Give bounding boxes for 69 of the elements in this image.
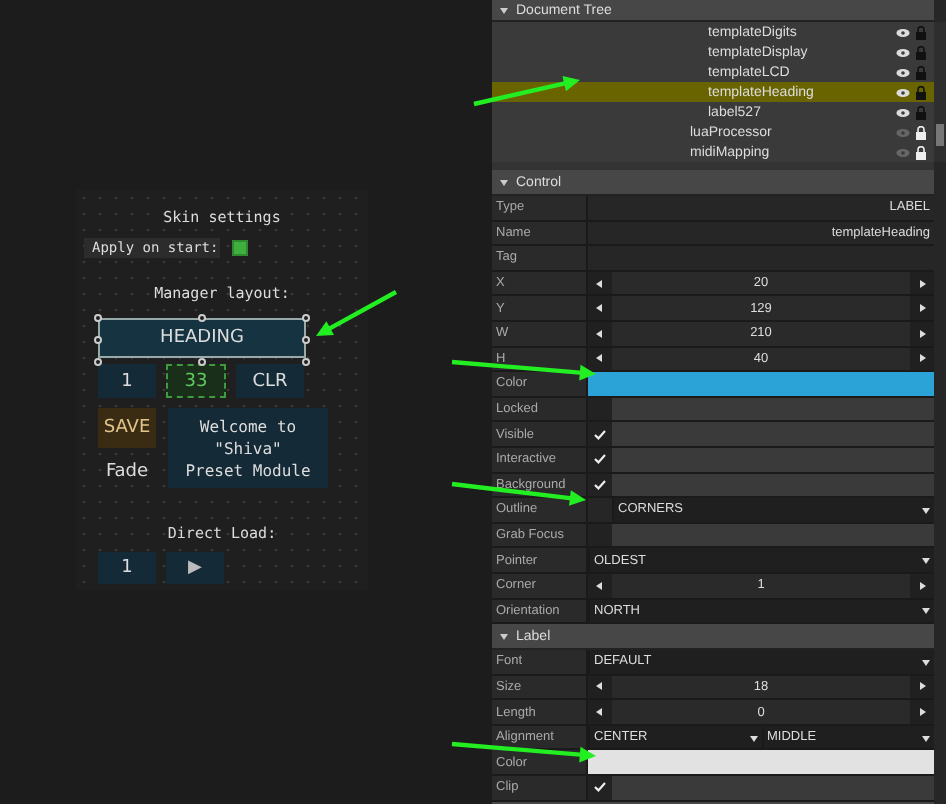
right-arrow-icon [918,581,926,590]
checkbox[interactable] [588,523,612,547]
eye-icon[interactable] [896,27,910,37]
right-arrow-icon [918,304,926,313]
save-button[interactable]: SAVE [98,408,156,448]
left-arrow-icon [596,708,604,717]
checkbox[interactable] [588,447,612,472]
right-arrow-icon [918,279,926,288]
caret-icon [922,733,930,742]
decrement-button[interactable] [588,271,612,295]
left-arrow-icon [596,682,604,691]
collapse-icon[interactable] [500,633,508,640]
color-swatch[interactable] [588,372,934,396]
left-arrow-icon [596,304,604,313]
load-button[interactable]: ▶ [166,552,224,584]
checkbox[interactable] [588,422,612,446]
annotation-arrow [473,75,580,107]
annotation-arrow [451,481,586,506]
decrement-button[interactable] [588,296,612,320]
eye-icon[interactable] [896,107,910,117]
check-icon [594,479,606,490]
increment-button[interactable] [910,700,934,724]
caret-icon [922,556,930,565]
left-arrow-icon [596,581,604,590]
color-swatch[interactable] [588,750,934,775]
lock-icon[interactable] [916,145,926,159]
left-arrow-icon [596,354,604,363]
checkbox[interactable] [588,776,612,800]
decrement-button[interactable] [588,573,612,597]
check-icon [594,782,606,793]
check-icon [594,429,606,440]
checkbox[interactable] [232,240,248,256]
caret-icon [922,606,930,615]
decrement-button[interactable] [588,675,612,699]
increment-button[interactable] [910,675,934,699]
eye-icon[interactable] [896,87,910,97]
collapse-icon[interactable] [500,179,508,185]
increment-button[interactable] [910,296,934,320]
increment-button[interactable] [910,321,934,346]
decrement-button[interactable] [588,347,612,371]
pad-button[interactable]: CLR [236,364,304,398]
fade-label: Fade [105,462,149,482]
right-arrow-icon [918,682,926,691]
increment-button[interactable] [910,347,934,371]
welcome-message: Welcome to "Shiva" Preset Module [168,408,328,488]
caret-icon [922,657,930,666]
load-button[interactable]: 1 [98,552,156,584]
decrement-button[interactable] [588,700,612,724]
check-icon [594,454,606,465]
caret-icon [749,733,757,742]
decrement-button[interactable] [588,321,612,346]
left-arrow-icon [596,279,604,288]
number-display: 33 [166,364,226,398]
increment-button[interactable] [910,271,934,295]
right-arrow-icon [918,329,926,338]
lock-icon[interactable] [916,125,926,139]
eye-icon[interactable] [896,47,910,57]
collapse-icon[interactable] [500,7,508,13]
scrollbar-thumb[interactable] [936,124,944,146]
left-arrow-icon [596,329,604,338]
checkbox[interactable] [588,397,612,421]
annotation-arrow [316,290,398,336]
caret-icon [922,505,930,514]
right-arrow-icon [918,708,926,717]
pad-button[interactable]: 1 [98,364,156,398]
right-arrow-icon [918,354,926,363]
eye-icon[interactable] [896,67,910,77]
increment-button[interactable] [910,573,934,597]
checkbox[interactable] [588,473,612,497]
